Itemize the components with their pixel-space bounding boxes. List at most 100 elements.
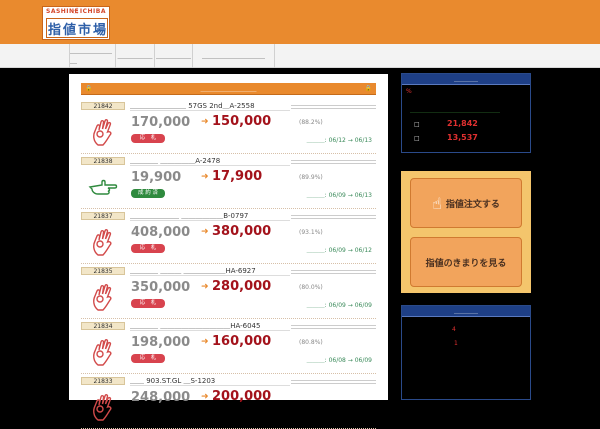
info-mark-2: 1	[454, 340, 458, 347]
logo-char: 市	[77, 22, 91, 38]
pointing-hand-icon[interactable]	[83, 167, 123, 207]
divider	[130, 165, 290, 166]
offer-price: 280,000	[212, 279, 272, 294]
item-dates: ＿＿＿: 06/08 → 06/09	[306, 357, 372, 364]
site-header: SASHINE ☝ ICHIBA 指 値 市 場	[0, 0, 600, 44]
ok-hand-icon[interactable]	[83, 332, 123, 372]
stat-row-box: □	[414, 121, 420, 128]
pointing-hand-icon: ☝	[432, 193, 442, 213]
listing-panel: 🔒 ＿＿＿＿＿＿＿＿ 🔒 21842 ＿＿＿＿＿＿＿＿ 57GS 2nd＿A-25…	[69, 74, 388, 429]
status-badge: 応 札	[131, 299, 165, 308]
ok-hand-icon[interactable]	[83, 112, 123, 152]
original-price: 408,000	[131, 225, 191, 240]
discount-percent: (80.0%)	[299, 284, 323, 291]
discount-percent: (88.2%)	[299, 119, 323, 126]
listing-title: ＿＿＿＿＿＿＿＿	[200, 85, 257, 93]
divider	[291, 215, 376, 219]
logo-char: 指	[47, 22, 61, 38]
listing-item[interactable]: 21835 ＿＿＿＿ ＿＿＿ ＿＿＿＿＿＿HA-6927 350,000 ➜ 280,0…	[81, 265, 376, 319]
logo-main-text: 指 値 市 場	[46, 18, 108, 38]
item-dates: ＿＿＿: 06/12 → 06/13	[306, 137, 372, 144]
offer-price: 160,000	[212, 334, 272, 349]
discount-percent: (93.1%)	[299, 229, 323, 236]
divider	[130, 385, 290, 386]
logo-top-right-text: ICHIBA	[79, 8, 106, 15]
item-dates: ＿＿＿: 06/09 → 06/12	[306, 247, 372, 254]
status-badge: 成 約 済	[131, 189, 165, 198]
item-id: 21833	[81, 377, 125, 385]
site-logo[interactable]: SASHINE ☝ ICHIBA 指 値 市 場	[42, 6, 110, 40]
divider	[291, 325, 376, 329]
main-nav: ＿＿＿＿＿＿＿ ＿＿＿＿＿ ＿＿＿＿＿ ＿＿＿＿＿＿＿＿＿	[0, 44, 600, 68]
item-id: 21834	[81, 322, 125, 330]
divider	[291, 105, 376, 109]
nav-item-2[interactable]: ＿＿＿＿＿	[116, 44, 155, 68]
logo-char: 値	[62, 22, 76, 38]
rules-button[interactable]: 指値のきまりを見る	[410, 237, 522, 287]
nav-item-4[interactable]: ＿＿＿＿＿＿＿＿＿	[193, 44, 275, 68]
percent-mark: %	[406, 88, 412, 95]
divider	[130, 220, 290, 221]
original-price: 350,000	[131, 280, 191, 295]
arrow-right-icon: ➜	[201, 337, 209, 347]
item-dates: ＿＿＿: 06/09 → 06/13	[306, 192, 372, 199]
stat-row-box: □	[414, 135, 420, 142]
lock-icon: 🔒	[85, 85, 93, 92]
logo-char: 場	[92, 22, 106, 38]
info-mark-1: 4	[452, 326, 456, 333]
stats-box: ＿＿＿＿ % ＿＿＿＿＿＿＿＿＿＿＿＿＿＿＿ □ 21,842 □ 13,537	[401, 73, 531, 153]
status-badge: 応 札	[131, 354, 165, 363]
order-button-label: 指値注文する	[445, 199, 500, 210]
offer-price: 200,000	[212, 389, 272, 404]
order-button[interactable]: ☝ 指値注文する	[410, 178, 522, 228]
original-price: 19,900	[131, 170, 182, 185]
original-price: 198,000	[131, 335, 191, 350]
offer-price: 17,900	[212, 169, 263, 184]
original-price: 248,000	[131, 390, 191, 405]
listing-title-bar: 🔒 ＿＿＿＿＿＿＿＿ 🔒	[81, 83, 376, 95]
item-id: 21837	[81, 212, 125, 220]
arrow-right-icon: ➜	[201, 117, 209, 127]
info-box-title: ＿＿＿＿	[402, 306, 530, 317]
arrow-right-icon: ➜	[201, 282, 209, 292]
nav-item-1[interactable]: ＿＿＿＿＿＿＿	[69, 44, 116, 68]
lock-icon: 🔒	[364, 85, 372, 92]
item-dates: ＿＿＿: 06/09 → 06/09	[306, 302, 372, 309]
original-price: 170,000	[131, 115, 191, 130]
listing-item[interactable]: 21833 ＿＿ 903.ST.GL ＿S-1203 248,000 ➜ 200,000	[81, 375, 376, 429]
rules-button-label: 指値のきまりを見る	[425, 258, 507, 269]
cta-area: ☝ 指値注文する 指値のきまりを見る	[401, 171, 531, 293]
arrow-right-icon: ➜	[201, 227, 209, 237]
divider	[291, 160, 376, 164]
divider	[130, 110, 290, 111]
info-box: ＿＿＿＿ 4 1	[401, 305, 531, 400]
ok-hand-icon[interactable]	[83, 277, 123, 317]
listing-item[interactable]: 21834 ＿＿＿＿ ＿＿＿＿＿＿＿＿＿＿HA-6045 198,000 ➜ 160,0…	[81, 320, 376, 374]
listing-item[interactable]: 21837 ＿＿＿＿＿＿＿ ＿＿＿＿＿＿B-0797 408,000 ➜ 380,000…	[81, 210, 376, 264]
stat-count-1: 21,842	[447, 119, 478, 128]
listing-item[interactable]: 21842 ＿＿＿＿＿＿＿＿ 57GS 2nd＿A-2558 170,000 ➜ 150…	[81, 100, 376, 154]
status-badge: 応 札	[131, 244, 165, 253]
listing-item[interactable]: 21838 ＿＿＿＿ ＿＿＿＿＿A-2478 19,900 ➜ 17,900 (89.9%…	[81, 155, 376, 209]
divider	[130, 275, 290, 276]
discount-percent: (80.8%)	[299, 339, 323, 346]
nav-item-3[interactable]: ＿＿＿＿＿	[155, 44, 193, 68]
status-badge: 応 札	[131, 134, 165, 143]
discount-percent: (89.9%)	[299, 174, 323, 181]
divider	[291, 270, 376, 274]
stats-box-title: ＿＿＿＿	[402, 74, 530, 85]
item-id: 21835	[81, 267, 125, 275]
item-id: 21838	[81, 157, 125, 165]
ok-hand-icon[interactable]	[83, 387, 123, 427]
offer-price: 380,000	[212, 224, 272, 239]
offer-price: 150,000	[212, 114, 272, 129]
arrow-right-icon: ➜	[201, 172, 209, 182]
logo-hand-icon: ☝	[73, 7, 79, 17]
divider	[130, 330, 290, 331]
ok-hand-icon[interactable]	[83, 222, 123, 262]
stats-caption: ＿＿＿＿＿＿＿＿＿＿＿＿＿＿＿	[410, 107, 501, 114]
stat-count-2: 13,537	[447, 133, 478, 142]
divider	[291, 380, 376, 384]
arrow-right-icon: ➜	[201, 392, 209, 402]
item-id: 21842	[81, 102, 125, 110]
